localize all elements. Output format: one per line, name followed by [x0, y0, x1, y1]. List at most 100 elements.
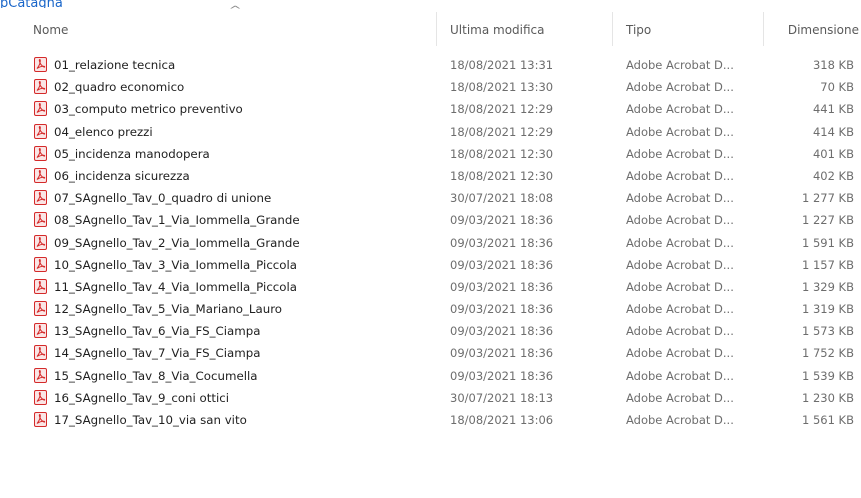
pdf-file-icon: [34, 190, 47, 206]
pdf-file-icon: [34, 345, 47, 361]
pdf-file-icon: [34, 79, 47, 95]
file-modified: 09/03/2021 18:36: [450, 368, 554, 383]
file-modified: 09/03/2021 18:36: [450, 279, 554, 294]
pdf-file-icon: [34, 278, 47, 294]
file-size: 441 KB: [812, 102, 854, 117]
file-type: Adobe Acrobat D...: [626, 257, 734, 272]
pdf-file-icon: [34, 323, 47, 339]
file-row[interactable]: 10_SAgnello_Tav_3_Via_Iommella_Piccola 09…: [0, 254, 861, 276]
column-header-name[interactable]: Nome: [33, 0, 433, 46]
column-divider[interactable]: [436, 12, 437, 46]
file-modified: 18/08/2021 12:29: [450, 124, 554, 139]
pdf-file-icon: [34, 301, 47, 317]
file-type: Adobe Acrobat D...: [626, 102, 734, 117]
file-size: 1 157 KB: [801, 257, 854, 272]
file-type: Adobe Acrobat D...: [626, 168, 734, 183]
file-modified: 18/08/2021 13:30: [450, 80, 554, 95]
file-name[interactable]: 11_SAgnello_Tav_4_Via_Iommella_Piccola: [54, 276, 297, 298]
file-row[interactable]: 05_incidenza manodopera 18/08/2021 12:30 A…: [0, 143, 861, 165]
file-type: Adobe Acrobat D...: [626, 279, 734, 294]
pdf-file-icon: [34, 234, 47, 250]
file-row[interactable]: 12_SAgnello_Tav_5_Via_Mariano_Lauro 09/03…: [0, 298, 861, 320]
file-row[interactable]: 04_elenco prezzi 18/08/2021 12:29 Adobe Ac…: [0, 121, 861, 143]
file-row[interactable]: 11_SAgnello_Tav_4_Via_Iommella_Piccola 09…: [0, 276, 861, 298]
file-row[interactable]: 07_SAgnello_Tav_0_quadro di unione 30/07/…: [0, 187, 861, 209]
file-name[interactable]: 07_SAgnello_Tav_0_quadro di unione: [54, 187, 271, 209]
file-size: 1 561 KB: [801, 413, 854, 427]
file-size: 1 591 KB: [801, 235, 854, 250]
column-divider[interactable]: [612, 12, 613, 46]
file-modified: 09/03/2021 18:36: [450, 324, 554, 339]
file-name[interactable]: 14_SAgnello_Tav_7_Via_FS_Ciampa: [54, 342, 260, 364]
pdf-file-icon: [34, 57, 47, 72]
column-header-size[interactable]: Dimensione: [762, 0, 859, 46]
file-modified: 09/03/2021 18:36: [450, 346, 554, 361]
file-name[interactable]: 12_SAgnello_Tav_5_Via_Mariano_Lauro: [54, 298, 282, 320]
file-name[interactable]: 03_computo metrico preventivo: [54, 98, 243, 120]
file-modified: 18/08/2021 13:31: [450, 58, 554, 72]
file-modified: 09/03/2021 18:36: [450, 302, 554, 317]
file-name[interactable]: 06_incidenza sicurezza: [54, 165, 190, 187]
file-size: 1 329 KB: [801, 279, 854, 294]
file-size: 1 752 KB: [801, 346, 854, 361]
file-modified: 18/08/2021 13:06: [450, 413, 554, 427]
file-size: 414 KB: [812, 124, 854, 139]
file-row[interactable]: 06_incidenza sicurezza 18/08/2021 12:30 Ad…: [0, 165, 861, 187]
file-modified: 18/08/2021 12:30: [450, 168, 554, 183]
file-size: 70 KB: [820, 80, 854, 95]
pdf-file-icon: [34, 123, 47, 139]
file-row[interactable]: 15_SAgnello_Tav_8_Via_Cocumella 09/03/202…: [0, 365, 861, 387]
file-type: Adobe Acrobat D...: [626, 346, 734, 361]
pdf-file-icon: [34, 389, 47, 405]
file-name[interactable]: 01_relazione tecnica: [54, 54, 175, 76]
file-modified: 18/08/2021 12:29: [450, 102, 554, 117]
file-size: 1 539 KB: [801, 368, 854, 383]
file-modified: 09/03/2021 18:36: [450, 257, 554, 272]
column-header-modified[interactable]: Ultima modifica: [450, 0, 610, 46]
file-name[interactable]: 05_incidenza manodopera: [54, 143, 210, 165]
file-row[interactable]: 17_SAgnello_Tav_10_via san vito 18/08/202…: [0, 409, 861, 431]
file-name[interactable]: 13_SAgnello_Tav_6_Via_FS_Ciampa: [54, 320, 260, 342]
file-type: Adobe Acrobat D...: [626, 58, 734, 72]
file-name[interactable]: 10_SAgnello_Tav_3_Via_Iommella_Piccola: [54, 254, 297, 276]
file-type: Adobe Acrobat D...: [626, 124, 734, 139]
file-row[interactable]: 09_SAgnello_Tav_2_Via_Iommella_Grande 09/…: [0, 232, 861, 254]
file-modified: 18/08/2021 12:30: [450, 146, 554, 161]
file-size: 1 230 KB: [801, 390, 854, 405]
file-row[interactable]: 08_SAgnello_Tav_1_Via_Iommella_Grande 09/…: [0, 209, 861, 231]
file-modified: 30/07/2021 18:13: [450, 390, 554, 405]
column-header-type[interactable]: Tipo: [626, 0, 761, 46]
file-row[interactable]: 14_SAgnello_Tav_7_Via_FS_Ciampa 09/03/202…: [0, 342, 861, 364]
file-row[interactable]: 13_SAgnello_Tav_6_Via_FS_Ciampa 09/03/202…: [0, 320, 861, 342]
file-name[interactable]: 02_quadro economico: [54, 76, 184, 98]
file-type: Adobe Acrobat D...: [626, 413, 734, 427]
file-row[interactable]: 03_computo metrico preventivo 18/08/2021 …: [0, 98, 861, 120]
column-header-bar: ^ Nome Ultima modifica Tipo Dimensione: [0, 0, 861, 46]
pdf-file-icon: [34, 412, 47, 427]
file-type: Adobe Acrobat D...: [626, 390, 734, 405]
file-name[interactable]: 04_elenco prezzi: [54, 121, 153, 143]
file-modified: 09/03/2021 18:36: [450, 235, 554, 250]
file-size: 1 277 KB: [801, 191, 854, 206]
file-size: 401 KB: [812, 146, 854, 161]
pdf-file-icon: [34, 212, 47, 228]
file-type: Adobe Acrobat D...: [626, 368, 734, 383]
file-modified: 09/03/2021 18:36: [450, 213, 554, 228]
file-name[interactable]: 17_SAgnello_Tav_10_via san vito: [54, 409, 247, 431]
file-name[interactable]: 15_SAgnello_Tav_8_Via_Cocumella: [54, 365, 258, 387]
file-type: Adobe Acrobat D...: [626, 146, 734, 161]
file-name[interactable]: 08_SAgnello_Tav_1_Via_Iommella_Grande: [54, 209, 300, 231]
file-row[interactable]: 16_SAgnello_Tav_9_coni ottici 30/07/2021 …: [0, 387, 861, 409]
file-name[interactable]: 16_SAgnello_Tav_9_coni ottici: [54, 387, 229, 409]
file-type: Adobe Acrobat D...: [626, 324, 734, 339]
pdf-file-icon: [34, 145, 47, 161]
pdf-file-icon: [34, 367, 47, 383]
file-type: Adobe Acrobat D...: [626, 80, 734, 95]
file-type: Adobe Acrobat D...: [626, 191, 734, 206]
file-modified: 30/07/2021 18:08: [450, 191, 554, 206]
file-name[interactable]: 09_SAgnello_Tav_2_Via_Iommella_Grande: [54, 232, 300, 254]
file-type: Adobe Acrobat D...: [626, 235, 734, 250]
file-row[interactable]: 02_quadro economico 18/08/2021 13:30 Adobe…: [0, 76, 861, 98]
file-row[interactable]: 01_relazione tecnica 18/08/2021 13:31 Adob…: [0, 54, 861, 76]
file-type: Adobe Acrobat D...: [626, 213, 734, 228]
